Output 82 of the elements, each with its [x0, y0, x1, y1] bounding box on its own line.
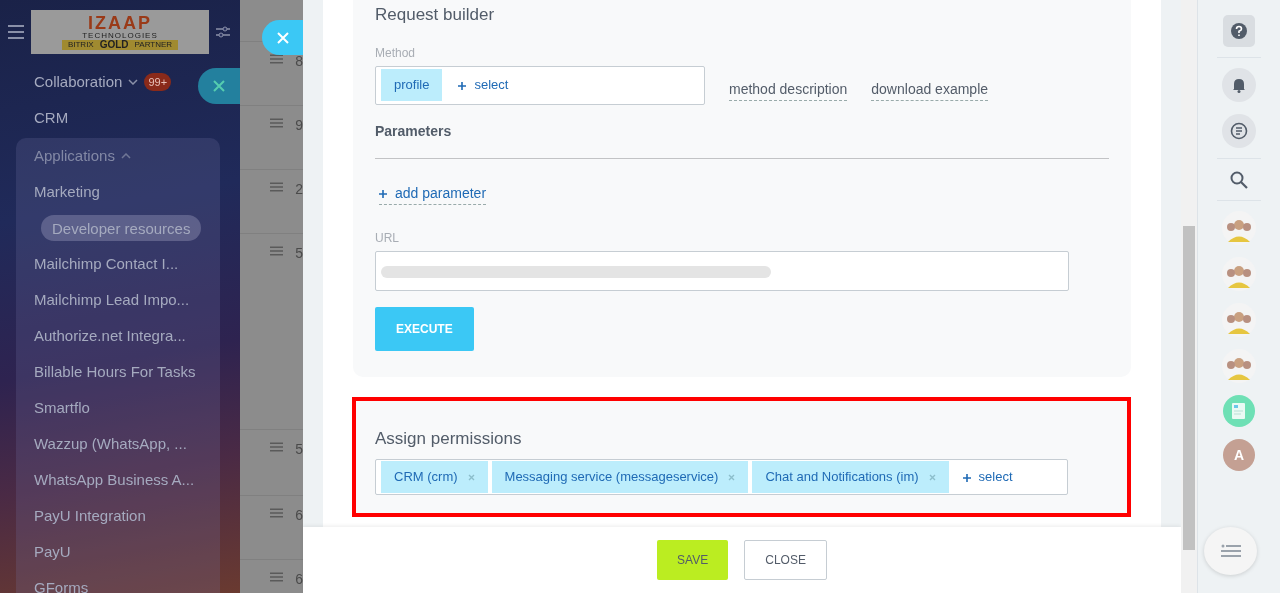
row-number: 6 [295, 572, 303, 588]
search-button[interactable] [1230, 169, 1248, 190]
field-label: Method [375, 44, 417, 62]
drag-icon [270, 182, 284, 192]
drag-icon [270, 442, 284, 452]
menu-item[interactable]: Wazzup (WhatsApp, ... [34, 432, 187, 456]
menu-item[interactable]: Mailchimp Lead Impo... [34, 288, 190, 312]
select-link[interactable]: select [448, 75, 519, 95]
logo-text: GOLD [99, 40, 129, 50]
drag-icon [270, 118, 284, 128]
permission-tag[interactable]: Messaging service (messageservice) [491, 461, 749, 493]
drag-icon [270, 54, 284, 64]
menu-item[interactable]: Authorize.net Integra... [34, 324, 186, 348]
row-number: 9 [295, 118, 303, 134]
plus-icon [379, 189, 387, 198]
help-button[interactable] [1223, 15, 1255, 47]
row-number: 5 [295, 442, 303, 458]
section-title: Parameters [375, 121, 453, 141]
plus-icon [962, 473, 971, 482]
close-icon [275, 30, 290, 45]
section-title: Assign permissions [375, 427, 523, 450]
select-link[interactable]: select [952, 467, 1023, 487]
close-icon [212, 79, 226, 93]
counter-badge: 99+ [144, 72, 172, 92]
chat-icon [1230, 122, 1248, 140]
menu-button[interactable] [1204, 527, 1257, 575]
logo-text: IZAAP [88, 14, 152, 32]
remove-icon [728, 473, 736, 481]
row-number: 2 [295, 182, 303, 198]
help-icon [1231, 23, 1247, 39]
menu-item[interactable]: Billable Hours For Tasks [34, 360, 196, 384]
row-number: 5 [295, 246, 303, 262]
close-button[interactable] [198, 68, 240, 104]
search-icon [1230, 171, 1248, 190]
bell-icon [1231, 77, 1247, 93]
menu-item[interactable]: Mailchimp Contact I... [34, 252, 179, 276]
close-button[interactable] [262, 20, 303, 55]
menu-item[interactable]: Marketing [34, 180, 100, 204]
field-label: URL [375, 229, 400, 247]
remove-icon [928, 473, 936, 481]
plus-icon [458, 81, 467, 90]
url-field[interactable] [375, 250, 1069, 291]
section-title: Request builder [375, 4, 496, 26]
drag-icon [270, 572, 284, 582]
avatar-icon[interactable] [1222, 211, 1256, 245]
menu-item[interactable]: PayU [34, 540, 71, 564]
logo-text: TECHNOLOGIES [82, 32, 158, 40]
method-field[interactable]: profile select [375, 65, 705, 105]
logo-text: PARTNER [134, 41, 173, 49]
list-icon [1220, 544, 1241, 558]
dashed-link[interactable]: method description [729, 78, 848, 101]
menu-item[interactable]: GForms [34, 576, 89, 593]
remove-icon [467, 473, 475, 481]
menu-item[interactable]: PayU Integration [34, 504, 146, 528]
permission-tag[interactable]: CRM (crm) [381, 461, 488, 493]
permission-tag[interactable]: Chat and Notifications (im) [752, 461, 949, 493]
avatar-icon[interactable] [1222, 257, 1256, 291]
menu-item[interactable]: Applications [34, 144, 115, 168]
chat-button[interactable] [1222, 114, 1256, 148]
settings-icon [216, 25, 230, 39]
avatar-icon[interactable] [1222, 349, 1256, 383]
row-number: 6 [295, 508, 303, 524]
method-tag[interactable]: profile [381, 69, 443, 101]
avatar-icon[interactable] [1222, 303, 1256, 337]
menu-item[interactable]: Smartflo [34, 396, 90, 420]
add-parameter-link[interactable]: add parameter [379, 182, 487, 205]
notifications-button[interactable] [1222, 68, 1256, 102]
menu-item[interactable]: Collaboration [34, 70, 123, 94]
avatar[interactable]: A [1223, 439, 1255, 471]
drag-icon [270, 246, 284, 256]
menu-item[interactable]: Developer resources [41, 215, 202, 241]
menu-item[interactable]: CRM [34, 106, 69, 130]
drag-icon [270, 508, 284, 518]
scrollbar[interactable] [1181, 0, 1197, 593]
menu-item[interactable]: WhatsApp Business A... [34, 468, 195, 492]
row-number: 8 [295, 54, 303, 70]
save-button[interactable]: SAVE [657, 540, 729, 580]
logo-text: BITRIX [67, 41, 94, 49]
close-button[interactable]: CLOSE [744, 540, 827, 580]
dashed-link[interactable]: download example [871, 78, 989, 101]
menu-icon [8, 25, 24, 39]
permissions-field[interactable]: CRM (crm) Messaging service (messageservice) Chat and Notifications (im) select [375, 459, 1068, 495]
